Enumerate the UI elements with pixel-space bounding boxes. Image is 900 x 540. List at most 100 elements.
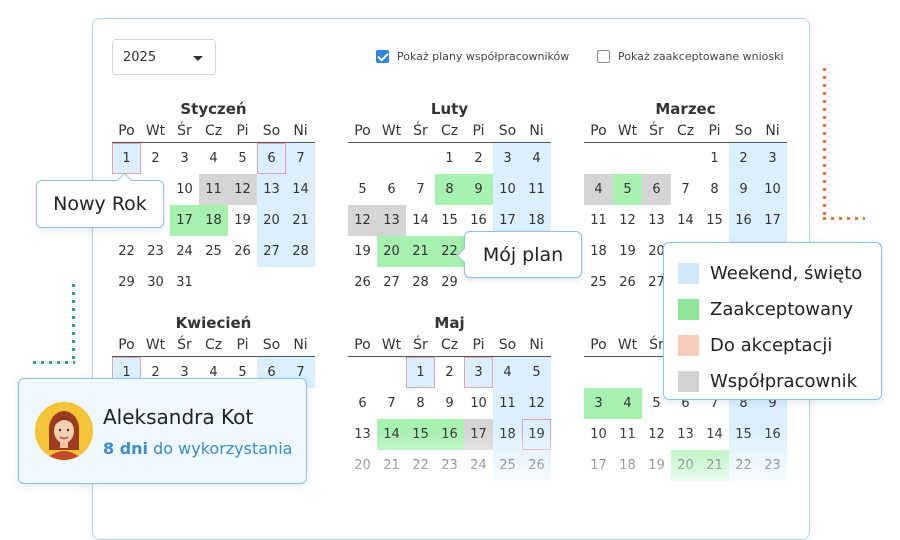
day-cell[interactable]: 20 [377, 236, 406, 267]
show-accepted-checkbox[interactable] [597, 50, 610, 63]
day-cell[interactable]: 28 [406, 267, 435, 298]
day-cell[interactable]: 18 [199, 205, 228, 236]
day-cell[interactable]: 14 [671, 205, 700, 236]
day-cell[interactable]: 19 [613, 236, 642, 267]
day-cell[interactable]: 10 [464, 388, 493, 419]
day-cell[interactable]: 4 [584, 174, 613, 205]
day-cell[interactable]: 6 [377, 174, 406, 205]
day-cell[interactable]: 3 [584, 388, 613, 419]
day-cell[interactable]: 11 [584, 205, 613, 236]
day-cell[interactable]: 29 [435, 267, 464, 298]
day-cell[interactable]: 11 [493, 388, 522, 419]
day-cell[interactable]: 1 [435, 143, 464, 174]
day-cell[interactable]: 1 [700, 143, 729, 174]
empty-day-cell [406, 143, 435, 174]
day-cell[interactable]: 19 [228, 205, 257, 236]
day-cell[interactable]: 5 [522, 357, 551, 388]
day-cell[interactable]: 10 [170, 174, 199, 205]
day-cell[interactable]: 1 [112, 143, 141, 174]
day-cell[interactable]: 31 [170, 267, 199, 298]
day-cell[interactable]: 8 [700, 174, 729, 205]
day-cell[interactable]: 9 [435, 388, 464, 419]
day-cell[interactable]: 2 [141, 143, 170, 174]
day-cell[interactable]: 3 [464, 357, 493, 388]
day-cell[interactable]: 25 [584, 267, 613, 298]
day-cell[interactable]: 6 [642, 174, 671, 205]
day-cell[interactable]: 2 [464, 143, 493, 174]
day-cell[interactable]: 23 [141, 236, 170, 267]
day-cell[interactable]: 2 [729, 143, 758, 174]
day-cell[interactable]: 3 [493, 143, 522, 174]
show-accepted-option[interactable]: Pokaż zaakceptowane wnioski [597, 50, 784, 63]
day-cell[interactable]: 15 [700, 205, 729, 236]
day-cell[interactable]: 24 [170, 236, 199, 267]
day-cell[interactable]: 8 [435, 174, 464, 205]
day-cell[interactable]: 3 [170, 143, 199, 174]
user-days-remaining: 8 dni do wykorzystania [103, 439, 292, 458]
day-cell[interactable]: 7 [377, 388, 406, 419]
day-cell[interactable]: 10 [493, 174, 522, 205]
empty-day-cell [584, 357, 613, 388]
day-cell[interactable]: 13 [257, 174, 286, 205]
day-cell[interactable]: 21 [406, 236, 435, 267]
day-cell[interactable]: 2 [435, 357, 464, 388]
day-cell[interactable]: 26 [348, 267, 377, 298]
day-cell[interactable]: 7 [671, 174, 700, 205]
day-cell[interactable]: 14 [286, 174, 315, 205]
day-cell[interactable]: 5 [348, 174, 377, 205]
day-cell[interactable]: 30 [141, 267, 170, 298]
day-cell[interactable]: 8 [406, 388, 435, 419]
user-name: Aleksandra Kot [103, 405, 254, 429]
day-cell[interactable]: 26 [613, 267, 642, 298]
day-cell[interactable]: 27 [257, 236, 286, 267]
day-cell[interactable]: 12 [228, 174, 257, 205]
day-cell[interactable]: 5 [613, 174, 642, 205]
day-cell[interactable]: 25 [199, 236, 228, 267]
day-cell[interactable]: 13 [642, 205, 671, 236]
day-cell[interactable]: 29 [112, 267, 141, 298]
day-cell[interactable]: 12 [348, 205, 377, 236]
day-cell[interactable]: 21 [286, 205, 315, 236]
day-cell[interactable]: 6 [257, 143, 286, 174]
day-cell[interactable]: 15 [435, 205, 464, 236]
day-cell[interactable]: 12 [613, 205, 642, 236]
day-cell[interactable]: 7 [286, 143, 315, 174]
day-cell[interactable]: 9 [729, 174, 758, 205]
day-cell[interactable]: 20 [257, 205, 286, 236]
day-cell[interactable]: 1 [406, 357, 435, 388]
day-cell[interactable]: 28 [286, 236, 315, 267]
day-cell[interactable]: 7 [406, 174, 435, 205]
day-cell[interactable]: 17 [758, 205, 787, 236]
day-cell[interactable]: 11 [522, 174, 551, 205]
day-cell[interactable]: 18 [584, 236, 613, 267]
year-select-value: 2025 [123, 50, 157, 65]
day-cell[interactable]: 13 [377, 205, 406, 236]
day-cell[interactable]: 27 [377, 267, 406, 298]
empty-day-cell [228, 267, 257, 298]
avatar [35, 402, 93, 460]
weekday-label: Po [354, 123, 371, 139]
day-cell[interactable]: 4 [522, 143, 551, 174]
day-cell[interactable]: 5 [228, 143, 257, 174]
day-cell[interactable]: 12 [522, 388, 551, 419]
day-cell[interactable]: 26 [228, 236, 257, 267]
year-select[interactable]: 2025 [112, 39, 216, 75]
day-cell[interactable]: 19 [348, 236, 377, 267]
day-cell[interactable]: 16 [729, 205, 758, 236]
day-cell[interactable]: 6 [348, 388, 377, 419]
day-cell[interactable]: 9 [464, 174, 493, 205]
day-cell[interactable]: 3 [758, 143, 787, 174]
user-card: Aleksandra Kot 8 dni do wykorzystania [18, 378, 307, 484]
show-coworkers-option[interactable]: Pokaż plany współpracowników [376, 50, 569, 63]
day-cell[interactable]: 10 [758, 174, 787, 205]
show-coworkers-checkbox[interactable] [376, 50, 389, 63]
day-cell[interactable]: 4 [493, 357, 522, 388]
weekday-header: Po Wt Śr Cz Pi So Ni [348, 120, 551, 143]
day-cell[interactable]: 14 [406, 205, 435, 236]
legend-label: Współpracownik [710, 370, 858, 392]
day-cell[interactable]: 22 [112, 236, 141, 267]
day-cell[interactable]: 17 [170, 205, 199, 236]
day-cell[interactable]: 4 [613, 388, 642, 419]
day-cell[interactable]: 11 [199, 174, 228, 205]
day-cell[interactable]: 4 [199, 143, 228, 174]
